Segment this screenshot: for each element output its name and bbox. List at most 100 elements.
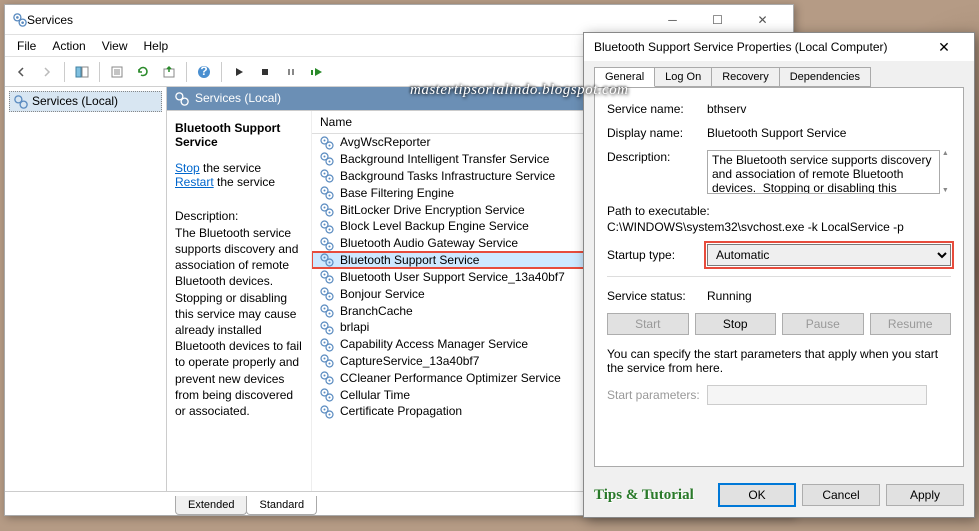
path-label: Path to executable: — [607, 204, 710, 218]
help-button[interactable]: ? — [192, 60, 216, 84]
divider — [607, 276, 951, 277]
start-parameters-label: Start parameters: — [607, 388, 707, 402]
detail-pane: Bluetooth Support Service Stop the servi… — [167, 111, 312, 491]
export-button[interactable] — [157, 60, 181, 84]
list-item-label: Bluetooth User Support Service_13a40bf7 — [340, 270, 565, 284]
list-item-label: Bluetooth Support Service — [340, 253, 479, 267]
gear-icon — [320, 185, 334, 200]
show-hide-tree-button[interactable] — [70, 60, 94, 84]
ok-button[interactable]: OK — [718, 483, 796, 507]
list-item-label: CCleaner Performance Optimizer Service — [340, 371, 561, 385]
dialog-tabs: General Log On Recovery Dependencies — [584, 61, 974, 87]
description-textarea[interactable]: The Bluetooth service supports discovery… — [707, 150, 940, 194]
list-item-label: BranchCache — [340, 304, 413, 318]
list-item-label: Certificate Propagation — [340, 404, 462, 418]
forward-button[interactable] — [35, 60, 59, 84]
gear-icon — [320, 404, 334, 419]
gear-icon — [320, 236, 334, 251]
back-button[interactable] — [9, 60, 33, 84]
gear-icon — [320, 202, 334, 217]
menu-view[interactable]: View — [94, 37, 136, 55]
stop-service-line: Stop the service — [175, 161, 303, 175]
cancel-button[interactable]: Cancel — [802, 484, 880, 506]
menu-help[interactable]: Help — [136, 37, 177, 55]
dialog-close-button[interactable]: ✕ — [924, 34, 964, 60]
gear-icon — [320, 219, 334, 234]
selected-service-name: Bluetooth Support Service — [175, 121, 303, 149]
stop-service-link[interactable]: Stop — [175, 161, 200, 175]
stop-service-button[interactable] — [253, 60, 277, 84]
list-item-label: AvgWscReporter — [340, 135, 430, 149]
gear-icon — [320, 387, 334, 402]
apply-button[interactable]: Apply — [886, 484, 964, 506]
maximize-button[interactable]: ☐ — [695, 6, 740, 34]
list-item-label: Block Level Backup Engine Service — [340, 219, 529, 233]
list-item-label: CaptureService_13a40bf7 — [340, 354, 479, 368]
stop-button[interactable]: Stop — [695, 313, 777, 335]
gear-icon — [320, 286, 334, 301]
startup-type-select[interactable]: Automatic — [707, 244, 951, 266]
services-icon — [13, 12, 27, 27]
gear-icon — [320, 320, 334, 335]
dialog-footer: Tips & Tutorial OK Cancel Apply — [594, 483, 964, 507]
content-header-label: Services (Local) — [195, 91, 281, 105]
gear-icon — [320, 135, 334, 150]
tree-item-services-local[interactable]: Services (Local) — [9, 91, 162, 112]
service-name-value: bthserv — [707, 102, 951, 116]
list-item-label: BitLocker Drive Encryption Service — [340, 203, 525, 217]
list-item-label: Background Tasks Infrastructure Service — [340, 169, 555, 183]
start-service-button[interactable] — [227, 60, 251, 84]
gear-icon — [320, 168, 334, 183]
tab-standard[interactable]: Standard — [246, 496, 317, 515]
tab-log-on[interactable]: Log On — [654, 67, 712, 87]
dialog-body: Service name: bthserv Display name: Blue… — [594, 87, 964, 467]
minimize-button[interactable]: ─ — [650, 6, 695, 34]
tab-dependencies[interactable]: Dependencies — [779, 67, 871, 87]
gear-icon — [320, 269, 334, 284]
start-button: Start — [607, 313, 689, 335]
resume-button: Resume — [870, 313, 952, 335]
menu-action[interactable]: Action — [44, 37, 93, 55]
list-item-label: Background Intelligent Transfer Service — [340, 152, 549, 166]
toolbar-separator — [221, 62, 222, 82]
list-item-label: Base Filtering Engine — [340, 186, 454, 200]
restart-service-link[interactable]: Restart — [175, 175, 214, 189]
gear-icon — [320, 253, 334, 268]
toolbar-separator — [186, 62, 187, 82]
gear-icon — [320, 354, 334, 369]
display-name-value: Bluetooth Support Service — [707, 126, 951, 140]
tab-recovery[interactable]: Recovery — [711, 67, 779, 87]
hint-text: You can specify the start parameters tha… — [607, 347, 951, 375]
properties-dialog: Bluetooth Support Service Properties (Lo… — [583, 32, 975, 518]
svg-text:?: ? — [200, 65, 207, 78]
tab-extended[interactable]: Extended — [175, 496, 247, 515]
menu-file[interactable]: File — [9, 37, 44, 55]
toolbar-separator — [99, 62, 100, 82]
scroll-down-icon[interactable]: ▼ — [940, 187, 951, 194]
toolbar-separator — [64, 62, 65, 82]
gear-icon — [320, 337, 334, 352]
tree-item-label: Services (Local) — [32, 94, 118, 108]
brand-watermark: Tips & Tutorial — [594, 487, 712, 504]
window-title: Services — [27, 13, 650, 27]
services-icon — [14, 94, 28, 109]
gear-icon — [320, 370, 334, 385]
tab-general[interactable]: General — [594, 67, 655, 87]
restart-service-button[interactable] — [305, 60, 329, 84]
start-parameters-input — [707, 385, 927, 405]
refresh-button[interactable] — [131, 60, 155, 84]
service-name-label: Service name: — [607, 102, 707, 116]
services-icon — [175, 91, 189, 106]
pause-button: Pause — [782, 313, 864, 335]
close-button[interactable]: ✕ — [740, 6, 785, 34]
properties-button[interactable] — [105, 60, 129, 84]
service-status-value: Running — [707, 289, 951, 303]
path-value: C:\WINDOWS\system32\svchost.exe -k Local… — [607, 220, 904, 234]
description-scrollbar[interactable]: ▲ ▼ — [940, 150, 951, 194]
gear-icon — [320, 152, 334, 167]
description-label: Description: — [175, 209, 303, 223]
pause-service-button[interactable] — [279, 60, 303, 84]
description-text: The Bluetooth service supports discovery… — [175, 225, 303, 419]
scroll-up-icon[interactable]: ▲ — [940, 150, 951, 157]
list-item-label: brlapi — [340, 320, 369, 334]
